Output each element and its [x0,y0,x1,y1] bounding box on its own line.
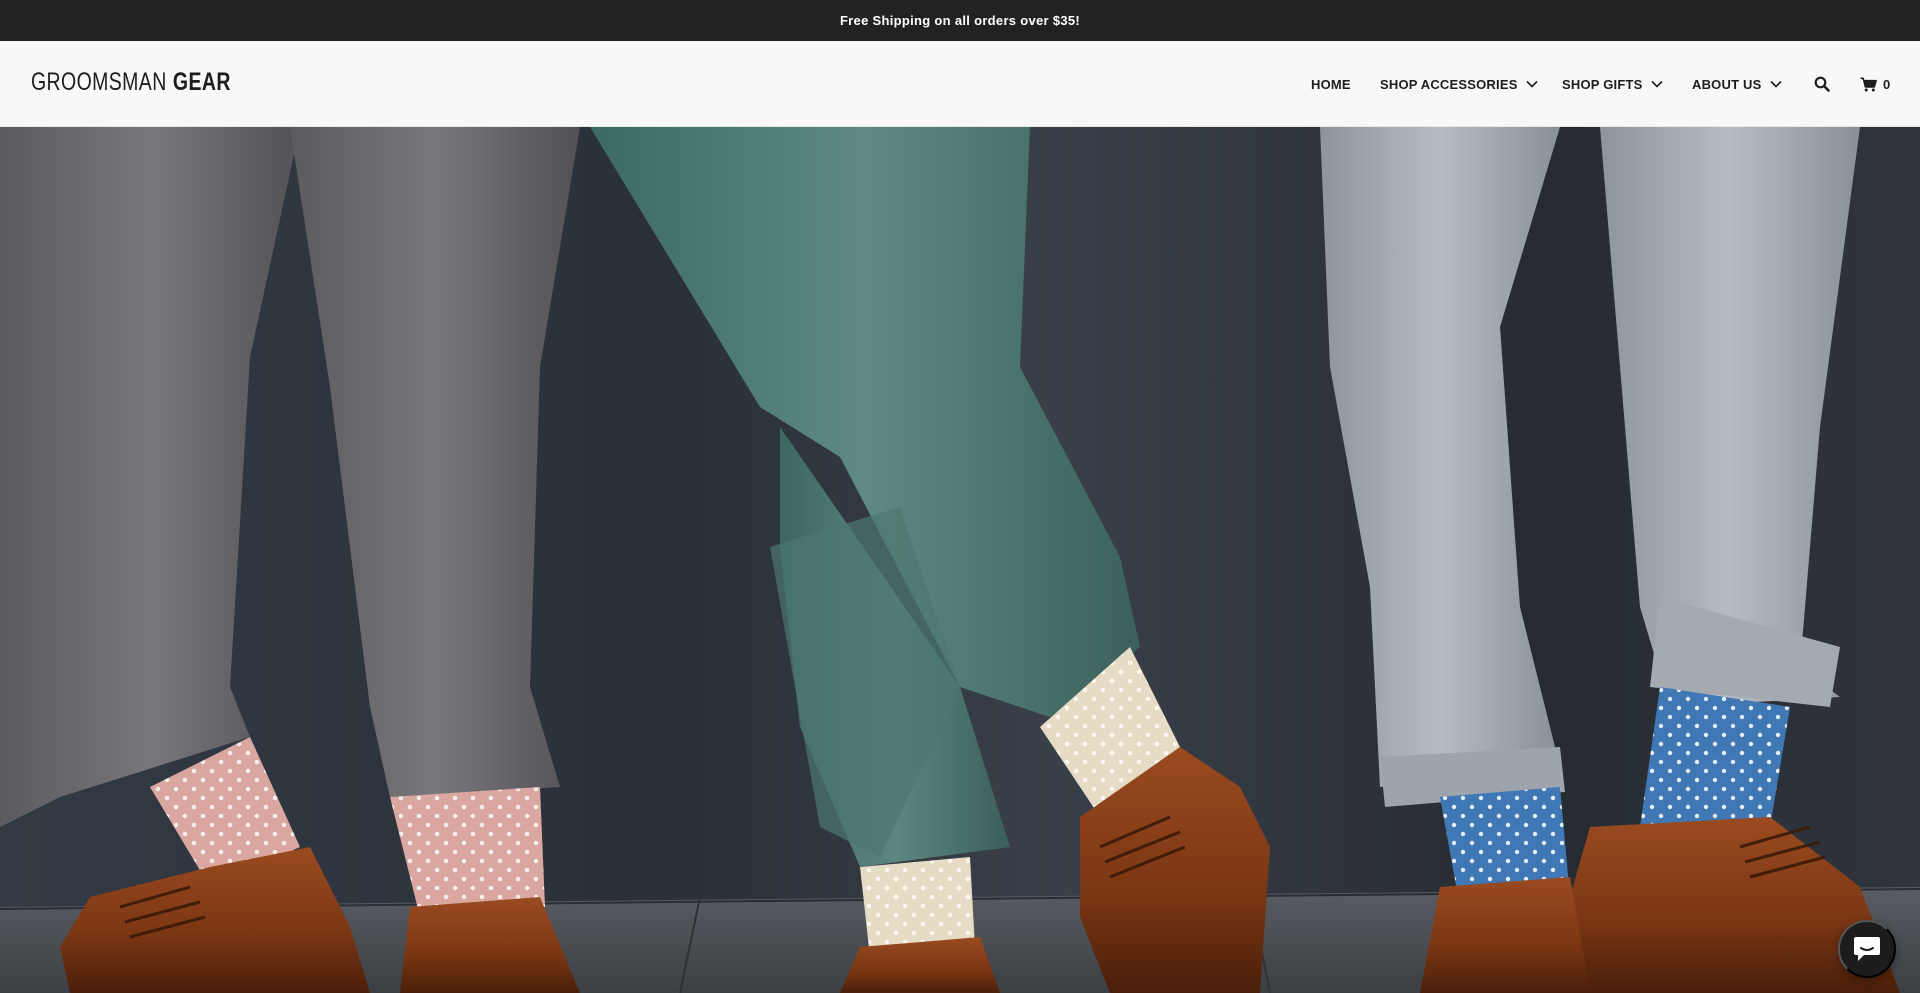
nav-shop-accessories[interactable]: SHOP ACCESSORIES [1380,64,1539,104]
chevron-down-icon [1650,80,1663,88]
nav-shop-accessories-label: SHOP ACCESSORIES [1380,76,1518,92]
nav-about-us[interactable]: ABOUT US [1692,64,1783,104]
site-logo[interactable]: GROOMSMAN GEAR [31,67,231,97]
search-icon [1814,76,1830,92]
nav-shop-gifts[interactable]: SHOP GIFTS [1562,64,1664,104]
search-button[interactable] [1814,64,1830,104]
chat-button[interactable] [1838,920,1896,978]
nav-about-us-label: ABOUT US [1692,76,1762,92]
nav-home-label: HOME [1311,76,1351,92]
chevron-down-icon [1769,80,1782,88]
announcement-text: Free Shipping on all orders over $35! [839,13,1081,28]
shopping-cart-icon [1860,77,1877,91]
chevron-down-icon [1526,80,1538,88]
cart-count: 0 [1883,76,1891,92]
nav-home[interactable]: HOME [1311,64,1351,104]
logo-text-bold: GEAR [172,68,231,96]
site-header: GROOMSMAN GEAR HOME SHOP ACCESSORIES SHO… [0,41,1920,127]
chat-bubble-icon [1854,937,1880,961]
cart-button[interactable]: 0 [1860,64,1890,104]
hero-banner [0,127,1920,993]
nav-shop-gifts-label: SHOP GIFTS [1562,76,1643,92]
announcement-bar: Free Shipping on all orders over $35! [0,0,1920,41]
logo-text-light: GROOMSMAN [31,68,167,96]
hero-image [0,127,1920,993]
